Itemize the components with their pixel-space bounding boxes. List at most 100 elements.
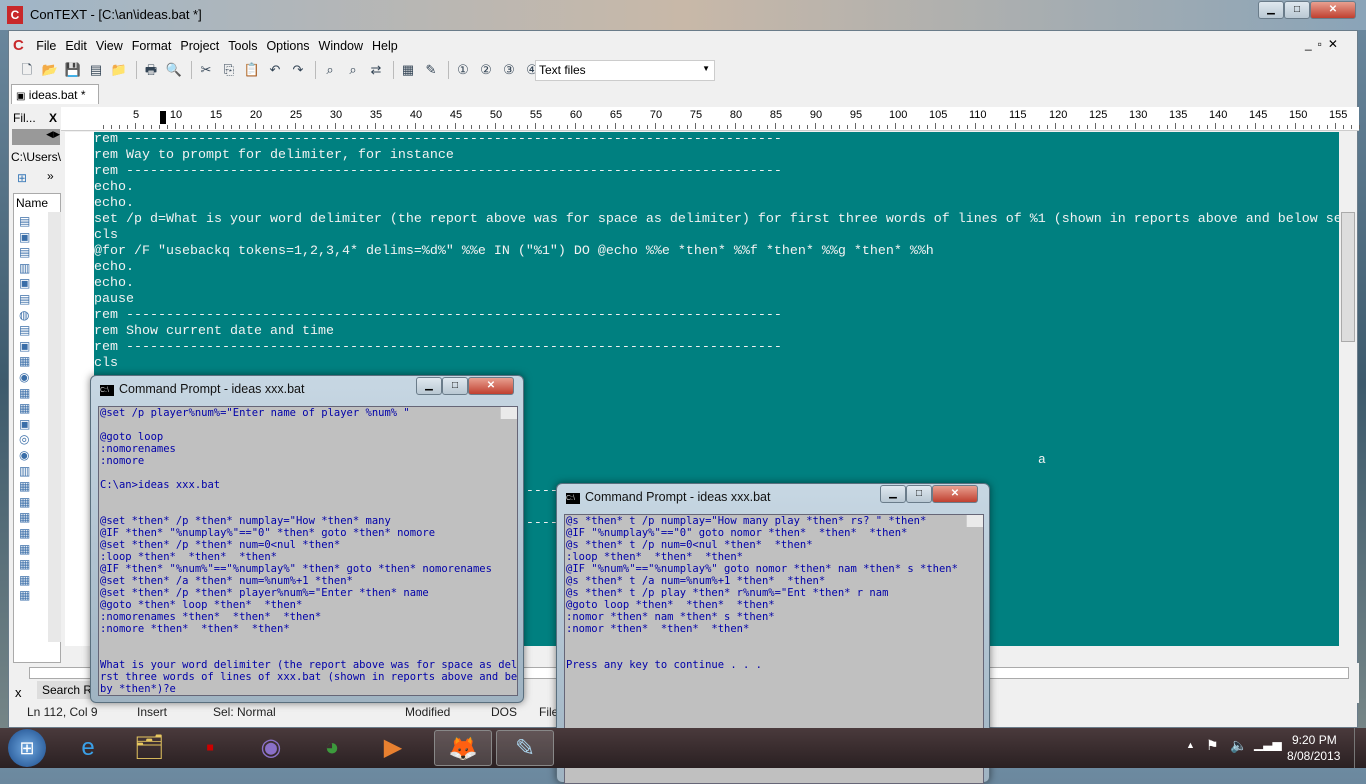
- eclipse-icon[interactable]: ◉: [245, 730, 297, 766]
- file-list-item-icon[interactable]: ▦: [19, 557, 30, 571]
- cmd1-console-output[interactable]: @set /p player%num%="Enter name of playe…: [98, 406, 518, 696]
- internet-explorer-icon[interactable]: e: [62, 730, 114, 766]
- volume-icon[interactable]: 🔈: [1230, 737, 1247, 754]
- chrome-icon[interactable]: ◕: [306, 730, 358, 766]
- cmd1-maximize-button[interactable]: □: [442, 377, 468, 395]
- new-file-icon[interactable]: 🗋: [17, 61, 37, 79]
- find-next-icon[interactable]: ⌕: [343, 61, 363, 79]
- cmd2-close-button[interactable]: ✕: [932, 485, 978, 503]
- menu-edit[interactable]: Edit: [65, 39, 87, 53]
- close-button[interactable]: ✕: [1310, 1, 1356, 19]
- status-insert-mode: Insert: [137, 705, 168, 719]
- file-explorer-icon[interactable]: 🗂: [123, 730, 175, 766]
- user3-icon[interactable]: ③: [499, 61, 519, 79]
- cmd2-maximize-button[interactable]: □: [906, 485, 932, 503]
- console-line: :loop *then* *then* *then*: [100, 551, 278, 563]
- cmd1-close-button[interactable]: ✕: [468, 377, 514, 395]
- file-list-item-icon[interactable]: ▤: [19, 323, 30, 337]
- open-icon[interactable]: 📂: [40, 61, 60, 79]
- file-list-item-icon[interactable]: ▦: [19, 479, 30, 493]
- user2-icon[interactable]: ②: [476, 61, 496, 79]
- firefox-icon[interactable]: 🦊: [434, 730, 492, 766]
- mdi-controls[interactable]: _▫✕: [1305, 37, 1344, 51]
- print-preview-icon[interactable]: 🔍: [164, 61, 184, 79]
- name-column-header[interactable]: Name: [16, 196, 48, 210]
- tree-icon[interactable]: ⊞: [17, 171, 27, 185]
- file-list-item-icon[interactable]: ◎: [19, 432, 29, 446]
- find-icon[interactable]: ⌕: [320, 61, 340, 79]
- save-all-icon[interactable]: ▤: [86, 61, 106, 79]
- paste-icon[interactable]: 📋: [242, 61, 262, 79]
- panel-nav-arrows[interactable]: ◀▶: [12, 129, 60, 145]
- file-list-item-icon[interactable]: ▦: [19, 495, 30, 509]
- file-list-item-icon[interactable]: ▤: [19, 245, 30, 259]
- menu-tools[interactable]: Tools: [228, 39, 257, 53]
- cmd2-scrollbar[interactable]: [966, 515, 983, 527]
- cut-icon[interactable]: ✂: [196, 61, 216, 79]
- terminal-app-icon[interactable]: ▪: [184, 730, 236, 766]
- file-list-item-icon[interactable]: ▣: [19, 230, 30, 244]
- copy-icon[interactable]: ⎘: [219, 61, 239, 79]
- clock-time[interactable]: 9:20 PM: [1292, 733, 1337, 747]
- media-player-icon[interactable]: ▶: [367, 730, 419, 766]
- console-line: @set *then* /p *then* player%num%="Enter…: [100, 587, 429, 599]
- menu-view[interactable]: View: [96, 39, 123, 53]
- start-button[interactable]: ⊞: [8, 729, 46, 767]
- file-list-item-icon[interactable]: ▦: [19, 588, 30, 602]
- cmd1-scrollbar[interactable]: [500, 407, 517, 419]
- show-desktop-button[interactable]: [1354, 728, 1366, 768]
- pin-icon[interactable]: ✎: [421, 61, 441, 79]
- file-list-item-icon[interactable]: ▤: [19, 214, 30, 228]
- maximize-button[interactable]: □: [1284, 1, 1310, 19]
- file-list-item-icon[interactable]: ▦: [19, 573, 30, 587]
- action-center-flag-icon[interactable]: ⚑: [1206, 737, 1219, 754]
- user1-icon[interactable]: ①: [453, 61, 473, 79]
- file-list-item-icon[interactable]: ▦: [19, 386, 30, 400]
- file-list-item-icon[interactable]: ◉: [19, 370, 29, 384]
- file-list-scrollbar[interactable]: [48, 212, 61, 642]
- file-list-item-icon[interactable]: ▣: [19, 339, 30, 353]
- file-list-item-icon[interactable]: ▥: [19, 261, 30, 275]
- undo-icon[interactable]: ↶: [265, 61, 285, 79]
- file-list-item-icon[interactable]: ◉: [19, 448, 29, 462]
- ruler-tick: [727, 125, 728, 129]
- cmd1-minimize-button[interactable]: ▁: [416, 377, 442, 395]
- menu-help[interactable]: Help: [372, 39, 398, 53]
- file-list-item-icon[interactable]: ▥: [19, 464, 30, 478]
- file-list-item-icon[interactable]: ▣: [19, 276, 30, 290]
- file-list-item-icon[interactable]: ▣: [19, 417, 30, 431]
- clock-date[interactable]: 8/08/2013: [1287, 749, 1340, 763]
- export-icon[interactable]: ▦: [398, 61, 418, 79]
- file-list-item-icon[interactable]: ▦: [19, 354, 30, 368]
- menu-window[interactable]: Window: [319, 39, 363, 53]
- file-list-item-icon[interactable]: ◍: [19, 308, 29, 322]
- open-folder-icon[interactable]: 📁: [109, 61, 129, 79]
- file-list-item-icon[interactable]: ▦: [19, 401, 30, 415]
- menu-format[interactable]: Format: [132, 39, 172, 53]
- file-list[interactable]: Name ▤ ▣ ▤ ▥ ▣ ▤ ◍ ▤ ▣ ▦ ◉ ▦ ▦ ▣ ◎ ◉ ▥ ▦ ▦ ▦ ▦ ▦ ▦ ▦ ▦: [13, 193, 61, 663]
- save-icon[interactable]: 💾: [63, 61, 83, 79]
- editor-vertical-scrollbar[interactable]: [1340, 132, 1357, 646]
- cmd2-minimize-button[interactable]: ▁: [880, 485, 906, 503]
- file-panel-close-button[interactable]: X: [49, 111, 57, 125]
- ruler-tick: [735, 123, 736, 129]
- command-prompt-window-1[interactable]: C:\ Command Prompt - ideas xxx.bat ▁ □ ✕…: [90, 375, 524, 703]
- filetype-select[interactable]: Text files ▼: [535, 60, 715, 81]
- search-panel-close-button[interactable]: x: [15, 685, 22, 700]
- notepad-icon[interactable]: ✎: [496, 730, 554, 766]
- menu-project[interactable]: Project: [180, 39, 219, 53]
- file-list-item-icon[interactable]: ▦: [19, 510, 30, 524]
- tab-ideas-bat[interactable]: ▣ ideas.bat *: [11, 84, 99, 104]
- print-icon[interactable]: 🖶: [141, 61, 161, 79]
- file-list-item-icon[interactable]: ▦: [19, 542, 30, 556]
- replace-icon[interactable]: ⇄: [366, 61, 386, 79]
- menu-options[interactable]: Options: [266, 39, 309, 53]
- file-list-item-icon[interactable]: ▤: [19, 292, 30, 306]
- network-signal-icon[interactable]: ▁▃▅: [1254, 737, 1282, 751]
- file-list-item-icon[interactable]: ▦: [19, 526, 30, 540]
- show-hidden-icons-button[interactable]: ▲: [1186, 740, 1195, 750]
- minimize-button[interactable]: ▁: [1258, 1, 1284, 19]
- redo-icon[interactable]: ↷: [288, 61, 308, 79]
- menu-file[interactable]: File: [36, 39, 56, 53]
- more-button[interactable]: »: [47, 169, 54, 183]
